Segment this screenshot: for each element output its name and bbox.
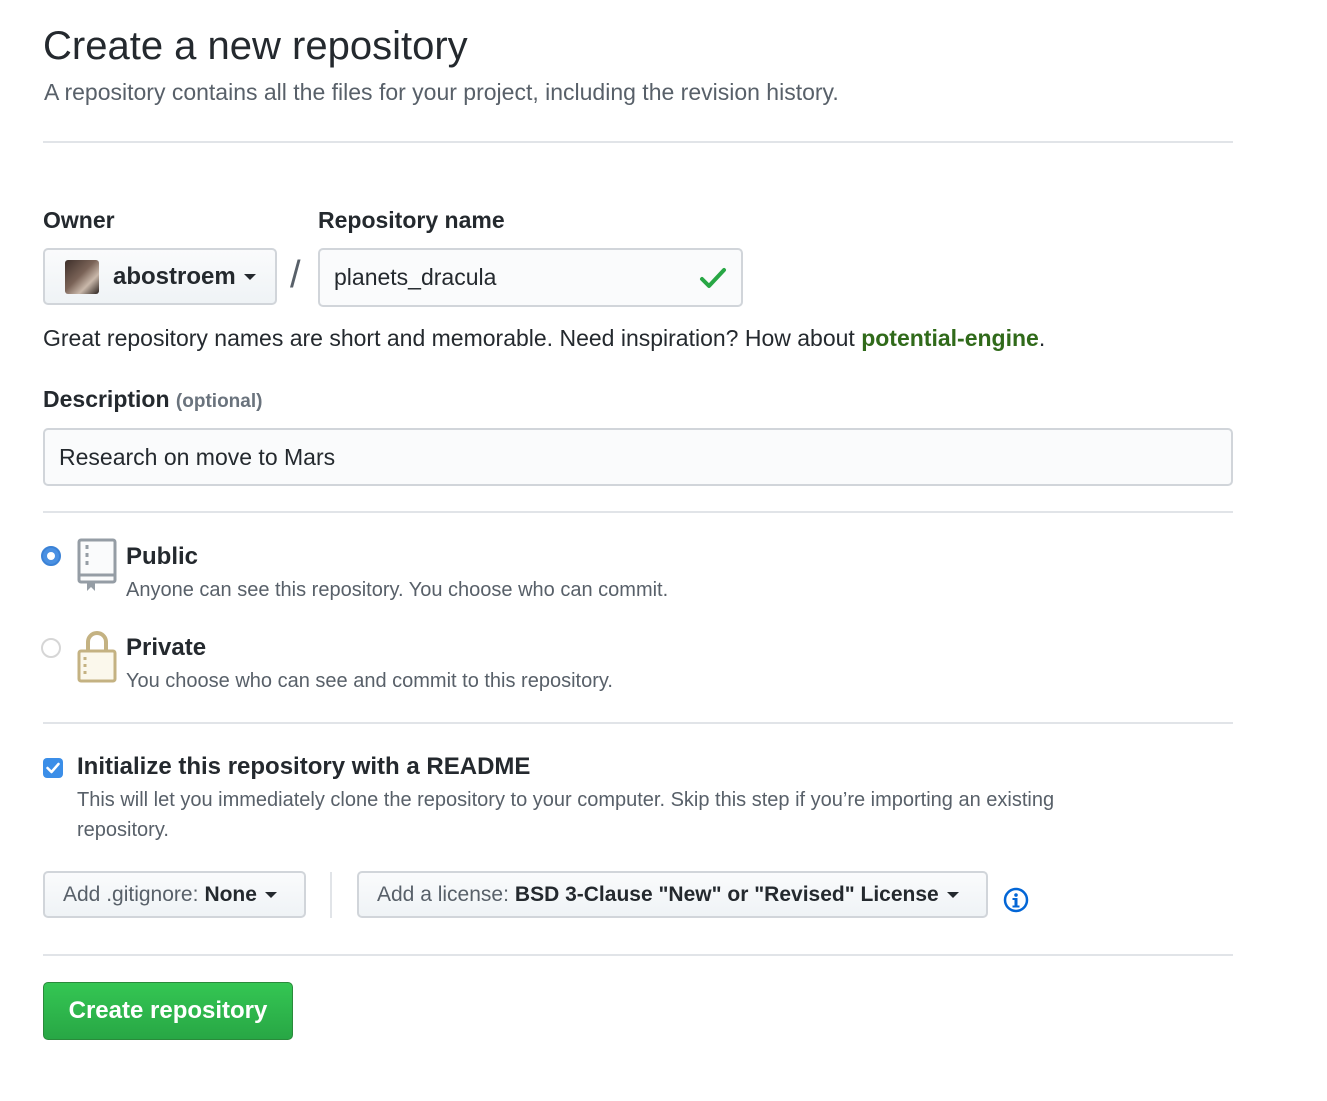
public-radio[interactable] <box>41 546 61 566</box>
public-option-desc: Anyone can see this repository. You choo… <box>126 579 669 601</box>
private-option-title[interactable]: Private <box>126 634 206 662</box>
lock-icon <box>77 631 117 683</box>
private-radio[interactable] <box>41 638 61 658</box>
caret-down-icon <box>264 891 277 898</box>
description-label-text: Description <box>43 386 170 412</box>
owner-repo-separator: / <box>290 254 301 296</box>
check-icon <box>700 268 726 288</box>
divider <box>43 511 1233 513</box>
caret-down-icon <box>946 891 959 898</box>
public-option-title[interactable]: Public <box>126 543 198 571</box>
owner-name: abostroem <box>113 262 236 290</box>
page-subtitle: A repository contains all the files for … <box>44 79 839 105</box>
owner-label: Owner <box>43 207 115 233</box>
vertical-divider <box>330 872 332 918</box>
readme-option-desc-line2: repository. <box>77 819 169 841</box>
name-hint-text: Great repository names are short and mem… <box>43 325 862 351</box>
name-hint-end: . <box>1038 325 1046 351</box>
repo-name-input[interactable] <box>318 248 743 307</box>
repo-name-label: Repository name <box>318 207 505 233</box>
divider <box>43 954 1233 956</box>
caret-down-icon <box>243 273 256 280</box>
divider <box>43 141 1233 143</box>
description-label: Description (optional) <box>43 385 262 416</box>
page-title: Create a new repository <box>43 24 468 68</box>
name-suggestion-link[interactable]: potential-engine <box>861 325 1039 351</box>
name-hint: Great repository names are short and mem… <box>43 324 1045 352</box>
private-option-desc: You choose who can see and commit to thi… <box>126 670 613 692</box>
repo-book-icon <box>77 538 117 591</box>
description-input[interactable] <box>43 428 1233 486</box>
gitignore-prefix: Add .gitignore: <box>63 882 199 906</box>
optional-note: (optional) <box>175 391 263 412</box>
readme-checkbox[interactable] <box>43 758 63 778</box>
gitignore-dropdown[interactable]: Add .gitignore: None <box>43 871 306 918</box>
readme-option-desc-line1: This will let you immediately clone the … <box>77 789 1055 811</box>
owner-dropdown[interactable]: abostroem <box>43 248 277 305</box>
license-prefix: Add a license: <box>377 882 509 906</box>
license-value: BSD 3-Clause "New" or "Revised" License <box>514 882 939 906</box>
readme-option-title[interactable]: Initialize this repository with a README <box>77 753 530 781</box>
avatar <box>65 259 99 294</box>
divider <box>43 722 1233 724</box>
checkmark-icon <box>46 762 60 774</box>
license-dropdown[interactable]: Add a license: BSD 3-Clause "New" or "Re… <box>357 871 988 918</box>
gitignore-value: None <box>204 882 257 906</box>
info-icon[interactable] <box>1003 887 1029 913</box>
create-repository-button[interactable]: Create repository <box>43 982 293 1040</box>
